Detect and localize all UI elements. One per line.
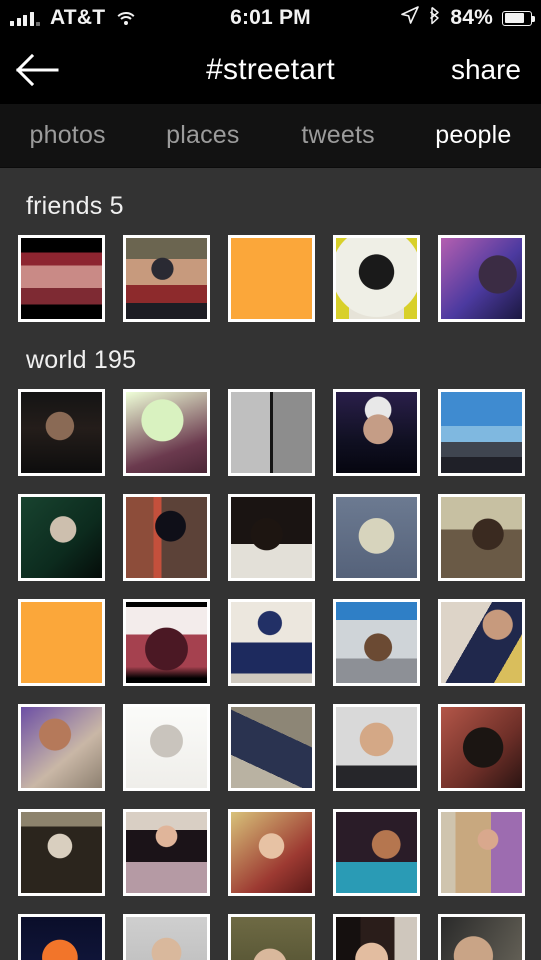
avatar-tile[interactable] bbox=[228, 914, 315, 960]
blue-sky-landscape-photo bbox=[441, 392, 522, 473]
avatar-tile[interactable] bbox=[438, 914, 525, 960]
orange-placeholder-avatar bbox=[21, 602, 102, 683]
navigation-bar: #streetart share bbox=[0, 36, 541, 104]
bw-collage-photo bbox=[231, 392, 312, 473]
man-with-sunglasses-photo bbox=[126, 238, 207, 319]
location-arrow-icon bbox=[401, 6, 420, 30]
man-holding-baby-photo bbox=[441, 602, 522, 683]
man-with-headband-photo bbox=[336, 392, 417, 473]
woman-gray-backdrop-photo bbox=[126, 917, 207, 960]
woman-in-red-blazer-photo bbox=[21, 238, 102, 319]
green-vintage-portrait-photo bbox=[21, 497, 102, 578]
woman-purple-dress-chair-photo bbox=[441, 812, 522, 893]
status-bar-right: 84% bbox=[401, 0, 535, 36]
orange-placeholder-avatar bbox=[231, 238, 312, 319]
avatar-tile[interactable] bbox=[438, 494, 525, 581]
status-bar: AT&T 6:01 PM 84% bbox=[0, 0, 541, 36]
signal-bars-icon bbox=[10, 11, 40, 26]
status-bar-left: AT&T bbox=[0, 6, 137, 30]
avatar-tile[interactable] bbox=[123, 599, 210, 686]
boy-white-shirt-photo bbox=[231, 497, 312, 578]
world-section-header: world 195 bbox=[26, 346, 137, 374]
avatar-tile[interactable] bbox=[333, 494, 420, 581]
red-silhouette-portrait-photo bbox=[126, 602, 207, 683]
battery-icon bbox=[502, 10, 535, 26]
avatar-tile[interactable] bbox=[123, 809, 210, 896]
back-arrow-icon bbox=[15, 53, 59, 87]
avatar-tile[interactable] bbox=[333, 704, 420, 791]
avatar-tile[interactable] bbox=[228, 809, 315, 896]
skateboarder-legs-photo bbox=[231, 707, 312, 788]
avatar-tile[interactable] bbox=[228, 389, 315, 476]
back-button[interactable] bbox=[0, 36, 74, 104]
orange-flame-photo bbox=[21, 917, 102, 960]
tab-people[interactable]: people bbox=[406, 121, 541, 150]
bluetooth-icon bbox=[428, 6, 441, 31]
avatar-tile[interactable] bbox=[333, 235, 420, 322]
app-screen: AT&T 6:01 PM 84% #streetart share photos… bbox=[0, 0, 541, 960]
avatar-tile[interactable] bbox=[438, 704, 525, 791]
avatar-tile[interactable] bbox=[123, 914, 210, 960]
avatar-tile[interactable] bbox=[333, 914, 420, 960]
avatar-tile[interactable] bbox=[228, 704, 315, 791]
avatar-tile[interactable] bbox=[123, 235, 210, 322]
wifi-icon bbox=[115, 10, 137, 27]
tab-tweets[interactable]: tweets bbox=[271, 121, 406, 150]
avatar-tile[interactable] bbox=[18, 914, 105, 960]
man-in-suit-purple-light-photo bbox=[441, 238, 522, 319]
stencil-face-art-photo bbox=[336, 497, 417, 578]
man-beach-sunglasses-photo bbox=[441, 497, 522, 578]
friends-avatar-grid bbox=[0, 235, 541, 322]
pencil-sketch-portrait-photo bbox=[126, 707, 207, 788]
avatar-tile[interactable] bbox=[438, 235, 525, 322]
avatar-placeholder-tile[interactable] bbox=[228, 235, 315, 322]
braided-hair-woman-photo bbox=[231, 917, 312, 960]
smiling-man-teal-shirt-photo bbox=[336, 812, 417, 893]
man-face-closeup-photo bbox=[441, 917, 522, 960]
pink-filtered-blonde-photo bbox=[126, 392, 207, 473]
person-with-cap-photo bbox=[231, 602, 312, 683]
avatar-tile[interactable] bbox=[18, 389, 105, 476]
carrier-label: AT&T bbox=[50, 6, 106, 29]
avatar-tile[interactable] bbox=[18, 494, 105, 581]
man-gray-background-photo bbox=[336, 707, 417, 788]
avatar-tile[interactable] bbox=[333, 599, 420, 686]
share-button[interactable]: share bbox=[451, 36, 521, 104]
mirror-selfie-photo bbox=[21, 707, 102, 788]
avatar-tile[interactable] bbox=[18, 235, 105, 322]
avatar-tile[interactable] bbox=[333, 389, 420, 476]
avatar-tile[interactable] bbox=[123, 494, 210, 581]
dark-portrait-hands-photo bbox=[21, 392, 102, 473]
dark-hair-closeup-photo bbox=[336, 917, 417, 960]
dark-haired-woman-photo bbox=[126, 812, 207, 893]
world-avatar-grid bbox=[0, 389, 541, 960]
avatar-tile[interactable] bbox=[123, 389, 210, 476]
friends-section-header: friends 5 bbox=[26, 192, 124, 220]
avatar-placeholder-tile[interactable] bbox=[18, 599, 105, 686]
anonymous-mask-hoodie-photo bbox=[21, 812, 102, 893]
man-snowy-mountain-photo bbox=[336, 602, 417, 683]
tab-places[interactable]: places bbox=[135, 121, 270, 150]
graffiti-face-photo bbox=[336, 238, 417, 319]
avatar-tile[interactable] bbox=[438, 599, 525, 686]
man-suit-brick-wall-photo bbox=[126, 497, 207, 578]
avatar-tile[interactable] bbox=[438, 809, 525, 896]
tab-bar: photos places tweets people bbox=[0, 104, 541, 168]
avatar-tile[interactable] bbox=[18, 809, 105, 896]
people-results-scroll-area[interactable]: friends 5 world 195 bbox=[0, 168, 541, 960]
red-black-mask-art-photo bbox=[441, 707, 522, 788]
avatar-tile[interactable] bbox=[228, 494, 315, 581]
avatar-tile[interactable] bbox=[123, 704, 210, 791]
avatar-tile[interactable] bbox=[18, 704, 105, 791]
avatar-tile[interactable] bbox=[228, 599, 315, 686]
avatar-tile[interactable] bbox=[333, 809, 420, 896]
tab-photos[interactable]: photos bbox=[0, 121, 135, 150]
red-haired-woman-photo bbox=[231, 812, 312, 893]
avatar-tile[interactable] bbox=[438, 389, 525, 476]
battery-percent-label: 84% bbox=[450, 6, 493, 29]
